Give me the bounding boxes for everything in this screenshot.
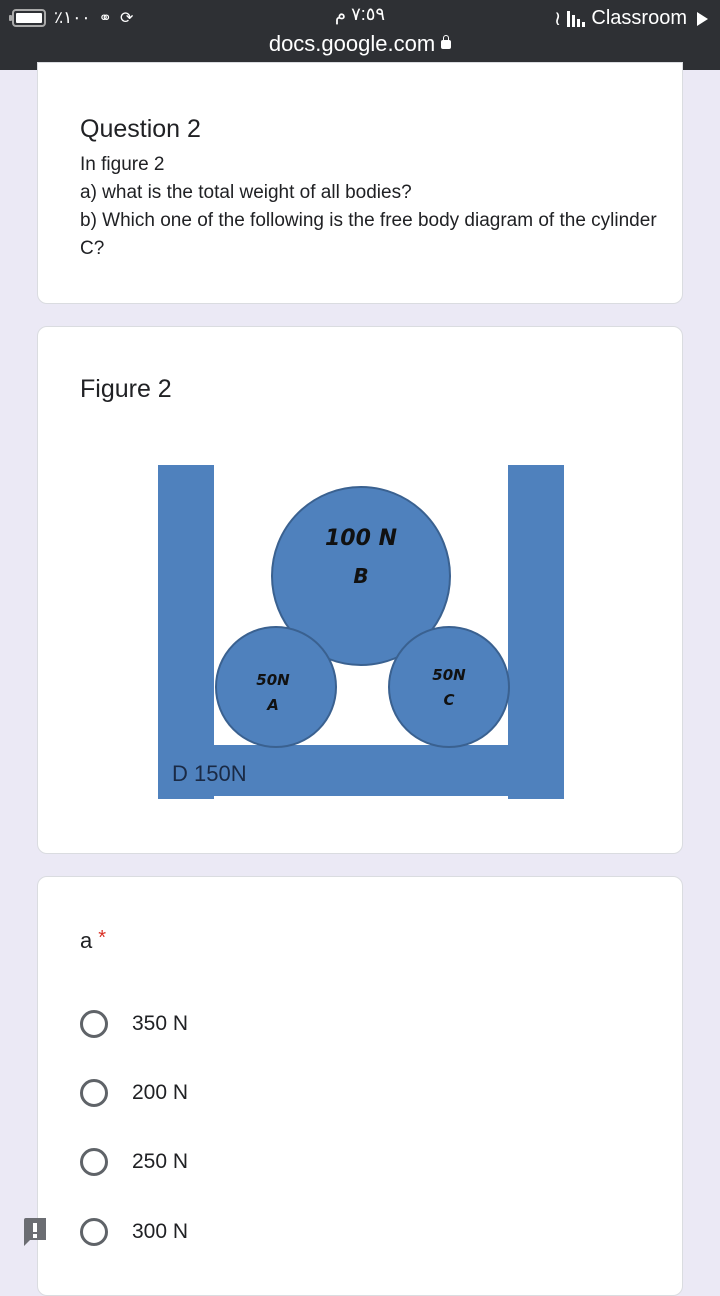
option-350n[interactable]: 350 N (80, 1010, 188, 1038)
option-200n[interactable]: 200 N (80, 1079, 188, 1107)
wifi-icon: ≀ (553, 8, 562, 30)
address-bar[interactable]: docs.google.com (0, 31, 720, 57)
container-d-label: D 150N (172, 761, 247, 786)
question-description: In figure 2 a) what is the total weight … (80, 151, 660, 263)
option-label: 300 N (132, 1220, 189, 1243)
radio-button[interactable] (80, 1079, 108, 1107)
answer-label: a * (80, 927, 106, 954)
option-label: 250 N (132, 1150, 189, 1173)
question-card: Question 2 In figure 2 a) what is the to… (37, 62, 683, 304)
cylinder-b-weight: 100 N (325, 526, 397, 551)
question-title: Question 2 (80, 115, 201, 143)
status-bar: ٪١٠٠ ⚭ ⟳ ٧:٥٩ م docs.google.com ≀ Classr… (0, 0, 720, 70)
cylinder-c (388, 626, 510, 748)
option-label: 350 N (132, 1012, 189, 1035)
required-mark: * (98, 927, 107, 949)
radio-button[interactable] (80, 1010, 108, 1038)
cylinder-c-name: C (443, 691, 454, 709)
url-text: docs.google.com (268, 31, 436, 56)
question-line: a) what is the total weight of all bodie… (80, 182, 412, 203)
status-right: ≀ Classroom (554, 6, 708, 31)
cylinder-c-weight: 50N (432, 666, 466, 684)
figure-card: Figure 2 100 N B 50N A 50N C D 150N (37, 326, 683, 854)
carrier-label: Classroom (591, 7, 687, 29)
answer-card: a * 350 N 200 N 250 N 300 N (37, 876, 683, 1296)
cylinder-a-name: A (266, 696, 279, 714)
radio-button[interactable] (80, 1218, 108, 1246)
figure-title: Figure 2 (80, 375, 172, 403)
play-icon (697, 11, 708, 26)
question-line: In figure 2 (80, 154, 165, 175)
option-300n[interactable]: 300 N (80, 1218, 188, 1246)
signal-icon (567, 10, 586, 27)
cylinder-b-name: B (353, 564, 368, 588)
lock-icon (441, 35, 452, 49)
question-line: b) Which one of the following is the fre… (80, 210, 657, 259)
cylinder-a-weight: 50N (256, 671, 290, 689)
report-feedback-icon[interactable] (24, 1218, 46, 1246)
option-250n[interactable]: 250 N (80, 1148, 188, 1176)
radio-button[interactable] (80, 1148, 108, 1176)
figure-diagram: 100 N B 50N A 50N C D 150N (158, 465, 564, 799)
option-label: 200 N (132, 1081, 189, 1104)
answer-label-text: a (80, 928, 93, 953)
